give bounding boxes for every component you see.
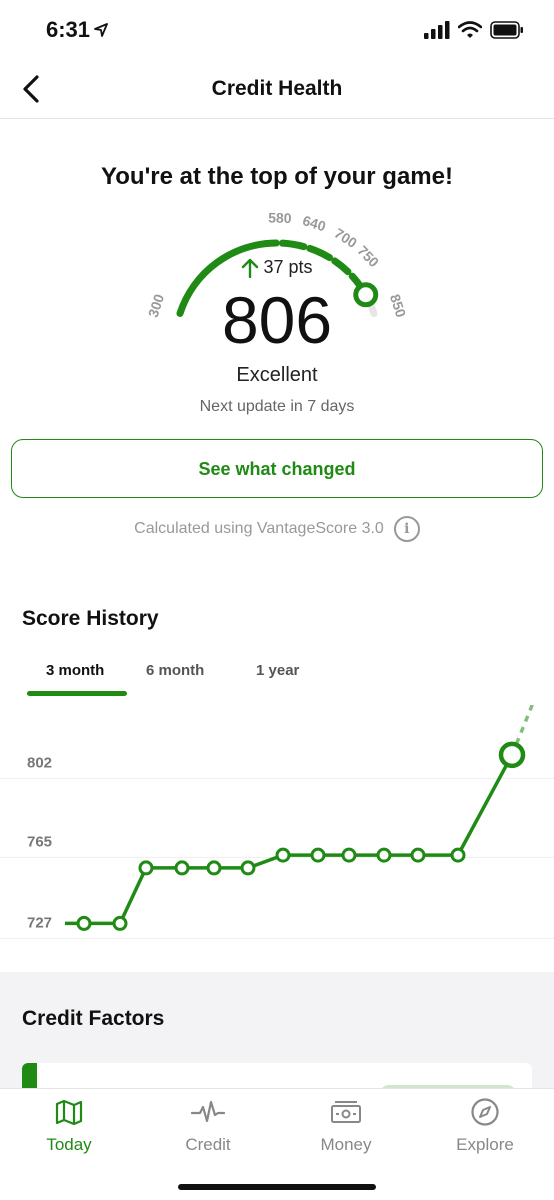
data-point: [240, 860, 256, 876]
current-point: [498, 741, 526, 769]
credit-score-value: 806: [221, 283, 333, 357]
data-point: [275, 847, 291, 863]
data-point: [341, 847, 357, 863]
gauge-segment: [279, 239, 308, 251]
tab-bar-credit[interactable]: Credit: [148, 1097, 268, 1155]
data-point: [450, 847, 466, 863]
tab-bar-label: Today: [46, 1135, 92, 1154]
score-history-tabs: 3 month 6 month 1 year: [0, 662, 554, 702]
gauge-tick-label: 700: [332, 225, 360, 251]
bottom-tab-bar: Today Credit Money Explore: [0, 1088, 554, 1200]
gauge-tick-label: 640: [301, 212, 328, 234]
info-icon[interactable]: i: [393, 516, 420, 542]
tab-6-month[interactable]: 6 month: [146, 662, 204, 679]
y-tick-label: 765: [27, 833, 52, 850]
score-history-chart: 802 765 727: [0, 705, 554, 939]
tab-3-month[interactable]: 3 month: [46, 662, 104, 679]
home-indicator: [178, 1184, 376, 1190]
y-tick-label: 802: [27, 754, 52, 771]
calculated-using-text: Calculated using VantageScore 3.0: [134, 520, 384, 537]
tab-bar-money[interactable]: Money: [286, 1097, 406, 1155]
compass-icon: [471, 1098, 499, 1126]
data-point: [206, 860, 222, 876]
tab-1-year[interactable]: 1 year: [256, 662, 299, 679]
tab-bar-explore[interactable]: Explore: [425, 1097, 545, 1155]
data-point: [138, 860, 154, 876]
next-update-text: Next update in 7 days: [199, 398, 355, 415]
tab-bar-today[interactable]: Today: [9, 1097, 129, 1155]
data-point: [410, 847, 426, 863]
score-change: 37 pts: [0, 257, 554, 278]
tab-bar-label: Explore: [456, 1135, 514, 1154]
tab-bar-label: Credit: [185, 1135, 231, 1154]
data-point: [174, 860, 190, 876]
data-point: [310, 847, 326, 863]
y-tick-label: 727: [27, 914, 52, 931]
score-change-label: 37 pts: [263, 257, 313, 277]
money-icon: [331, 1101, 361, 1123]
credit-factors-title: Credit Factors: [22, 1007, 165, 1030]
arrow-up-icon: [242, 258, 259, 278]
vantagescore-note: Calculated using VantageScore 3.0 i: [0, 516, 554, 542]
see-what-changed-button[interactable]: See what changed: [11, 439, 543, 498]
score-history-title: Score History: [22, 607, 159, 630]
data-point: [376, 847, 392, 863]
data-point: [112, 915, 128, 931]
data-point: [76, 915, 92, 931]
tab-bar-label: Money: [320, 1135, 372, 1154]
active-tab-indicator: [27, 691, 127, 696]
map-icon: [55, 1099, 83, 1126]
series-line: [65, 754, 514, 926]
pulse-icon: [191, 1100, 225, 1123]
score-rating: Excellent: [236, 364, 318, 386]
gauge-tick-label: 580: [268, 209, 292, 226]
